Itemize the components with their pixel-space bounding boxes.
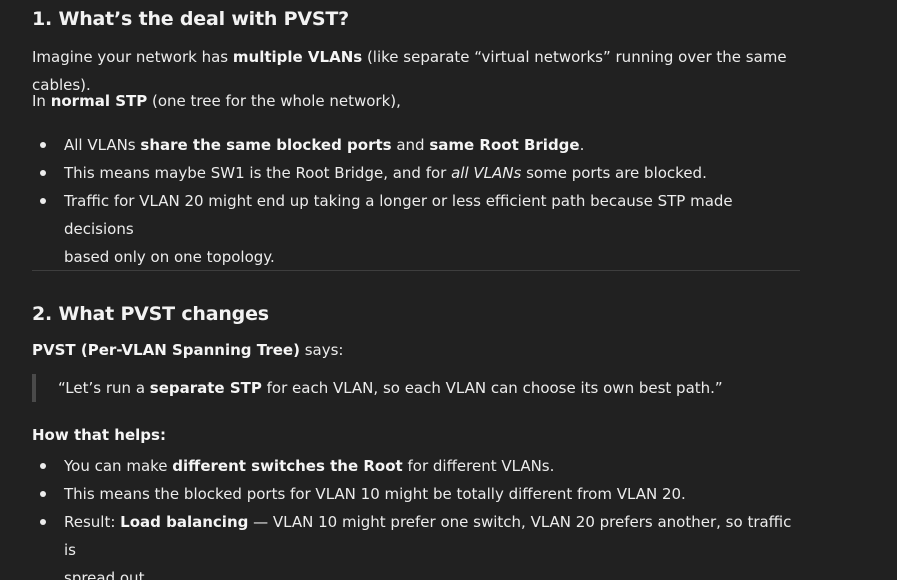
list-item: Result: Load balancing — VLAN 10 might p…	[32, 508, 800, 580]
bullet-text-line2: based only on one topology.	[64, 248, 275, 266]
bullet-text-post: for different VLANs.	[402, 457, 555, 475]
list-item: This means maybe SW1 is the Root Bridge,…	[32, 159, 800, 187]
bullet-text-bold: same Root Bridge	[429, 136, 580, 154]
list-item: All VLANs share the same blocked ports a…	[32, 131, 800, 159]
bullet-text-line2: spread out.	[64, 569, 150, 580]
stp-bullet-list: All VLANs share the same blocked ports a…	[32, 131, 800, 271]
quote-text-pre: “Let’s run a	[58, 379, 150, 397]
intro-text-bold: multiple VLANs	[232, 48, 363, 66]
pvst-says-paragraph: PVST (Per-VLAN Spanning Tree) says:	[32, 336, 343, 364]
normal-text-post: (one tree for the whole network),	[147, 92, 401, 110]
says-text-post: says:	[299, 341, 344, 359]
list-item: Traffic for VLAN 20 might end up taking …	[32, 187, 800, 271]
bullet-text-pre: This means maybe SW1 is the Root Bridge,…	[64, 164, 452, 182]
bullet-text-bold: share the same blocked ports	[140, 136, 392, 154]
bullet-text-bold: Load balancing	[120, 513, 249, 531]
section-heading-pvst-deal: 1. What’s the deal with PVST?	[32, 8, 349, 30]
bullet-text-post: .	[579, 136, 585, 154]
says-text-bold: PVST (Per-VLAN Spanning Tree)	[32, 341, 300, 359]
bullet-text-pre: Result:	[64, 513, 121, 531]
pvst-benefits-list: You can make different switches the Root…	[32, 452, 800, 580]
pvst-quote: “Let’s run a separate STP for each VLAN,…	[32, 374, 798, 402]
list-item: You can make different switches the Root…	[32, 452, 800, 480]
bullet-text-line1: Traffic for VLAN 20 might end up taking …	[64, 192, 733, 238]
how-that-helps-label: How that helps:	[32, 421, 166, 449]
bullet-text-pre: You can make	[64, 457, 173, 475]
normal-stp-paragraph: In normal STP (one tree for the whole ne…	[32, 87, 401, 115]
section-divider	[32, 270, 800, 271]
bullet-text-post: some ports are blocked.	[521, 164, 707, 182]
bullet-text-mid: and	[391, 136, 430, 154]
quote-text-bold: separate STP	[149, 379, 262, 397]
normal-text-bold: normal STP	[50, 92, 148, 110]
section-heading-pvst-changes: 2. What PVST changes	[32, 303, 269, 325]
bullet-text-pre: All VLANs	[64, 136, 141, 154]
normal-text-pre: In	[32, 92, 51, 110]
list-item: This means the blocked ports for VLAN 10…	[32, 480, 800, 508]
helps-label-bold: How that helps:	[32, 426, 166, 444]
bullet-text: This means the blocked ports for VLAN 10…	[64, 485, 686, 503]
bullet-text-italic: all VLANs	[451, 164, 522, 182]
bullet-text-bold: different switches the Root	[172, 457, 403, 475]
quote-text-post: for each VLAN, so each VLAN can choose i…	[261, 379, 723, 397]
intro-text-pre: Imagine your network has	[32, 48, 233, 66]
